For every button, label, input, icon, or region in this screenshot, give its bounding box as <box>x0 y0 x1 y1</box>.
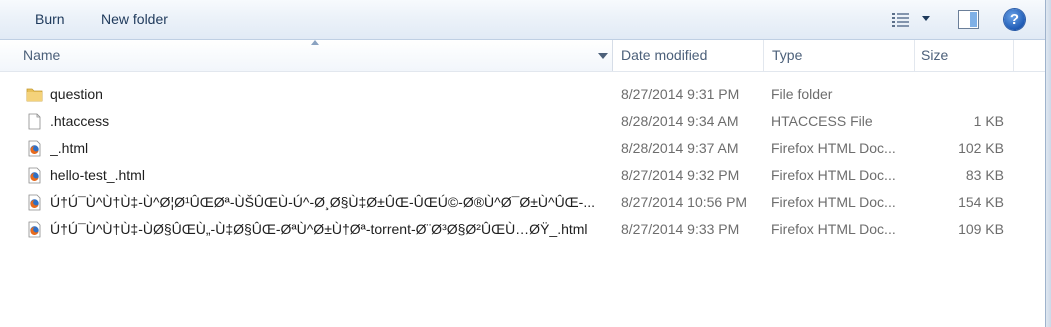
file-date: 8/27/2014 10:56 PM <box>621 194 748 210</box>
firefox-icon <box>28 221 41 238</box>
file-name: question <box>50 86 103 102</box>
blank-file-icon <box>28 113 41 130</box>
file-list: question 8/27/2014 9:31 PM File folder .… <box>0 81 1045 243</box>
file-type: Firefox HTML Doc... <box>771 140 896 156</box>
file-row[interactable]: hello-test_.html 8/27/2014 9:32 PM Firef… <box>0 162 1045 189</box>
sort-ascending-icon <box>311 40 319 45</box>
file-row[interactable]: Ú†Ú¯Ù^Ù†Ù‡-Ù^Ø¦Ø¹ÛŒØª-ÙŠÛŒÙ-Ú^-Ø¸Ø§Ù‡Ø±Û… <box>0 189 1045 216</box>
column-size[interactable]: Size <box>916 40 1014 71</box>
preview-pane-icon[interactable] <box>958 10 979 29</box>
file-name: hello-test_.html <box>50 167 145 183</box>
file-size: 154 KB <box>958 194 1004 210</box>
file-name: .htaccess <box>50 113 110 129</box>
file-date: 8/27/2014 9:33 PM <box>621 221 740 237</box>
details-view-icon[interactable] <box>891 12 911 28</box>
help-icon[interactable]: ? <box>1004 9 1025 30</box>
column-name-label: Name <box>23 47 61 63</box>
column-date-modified[interactable]: Date modified <box>614 40 764 71</box>
file-size: 102 KB <box>958 140 1004 156</box>
file-row[interactable]: question 8/27/2014 9:31 PM File folder <box>0 81 1045 108</box>
file-type: Firefox HTML Doc... <box>771 194 896 210</box>
file-date: 8/28/2014 9:37 AM <box>621 140 739 156</box>
new-folder-button[interactable]: New folder <box>101 11 168 27</box>
view-options-chevron-down-icon[interactable] <box>922 16 930 21</box>
column-type[interactable]: Type <box>765 40 915 71</box>
column-filter-chevron-down-icon[interactable] <box>598 53 608 59</box>
file-type: Firefox HTML Doc... <box>771 167 896 183</box>
file-row[interactable]: _.html 8/28/2014 9:37 AM Firefox HTML Do… <box>0 135 1045 162</box>
file-row[interactable]: Ú†Ú¯Ù^Ù†Ù‡-ÙØ§ÛŒÙ„-Ù‡Ø§ÛŒ-ØªÙ^Ø±Ù†Øª-tor… <box>0 216 1045 243</box>
firefox-icon <box>28 194 41 211</box>
folder-icon <box>26 88 43 102</box>
file-date: 8/27/2014 9:31 PM <box>621 86 740 102</box>
window-edge <box>1045 0 1051 327</box>
file-type: HTACCESS File <box>771 113 873 129</box>
burn-button[interactable]: Burn <box>35 11 65 27</box>
column-size-label: Size <box>921 47 949 63</box>
file-row[interactable]: .htaccess 8/28/2014 9:34 AM HTACCESS Fil… <box>0 108 1045 135</box>
column-type-label: Type <box>772 47 803 63</box>
firefox-icon <box>28 167 41 184</box>
file-size: 1 KB <box>973 113 1004 129</box>
file-date: 8/27/2014 9:32 PM <box>621 167 740 183</box>
column-date-label: Date modified <box>621 47 708 63</box>
column-name[interactable]: Name <box>0 40 613 71</box>
file-date: 8/28/2014 9:34 AM <box>621 113 739 129</box>
file-name: Ú†Ú¯Ù^Ù†Ù‡-ÙØ§ÛŒÙ„-Ù‡Ø§ÛŒ-ØªÙ^Ø±Ù†Øª-tor… <box>50 221 588 237</box>
command-bar: Burn New folder ? <box>0 0 1045 40</box>
file-size <box>920 81 1004 108</box>
firefox-icon <box>28 140 41 157</box>
file-name: _.html <box>50 140 89 156</box>
file-type: Firefox HTML Doc... <box>771 221 896 237</box>
column-header: Name Date modified Type Size <box>0 40 1045 72</box>
file-type: File folder <box>771 86 833 102</box>
file-size: 109 KB <box>958 221 1004 237</box>
file-name: Ú†Ú¯Ù^Ù†Ù‡-Ù^Ø¦Ø¹ÛŒØª-ÙŠÛŒÙ-Ú^-Ø¸Ø§Ù‡Ø±Û… <box>50 194 596 210</box>
file-size: 83 KB <box>965 167 1004 183</box>
